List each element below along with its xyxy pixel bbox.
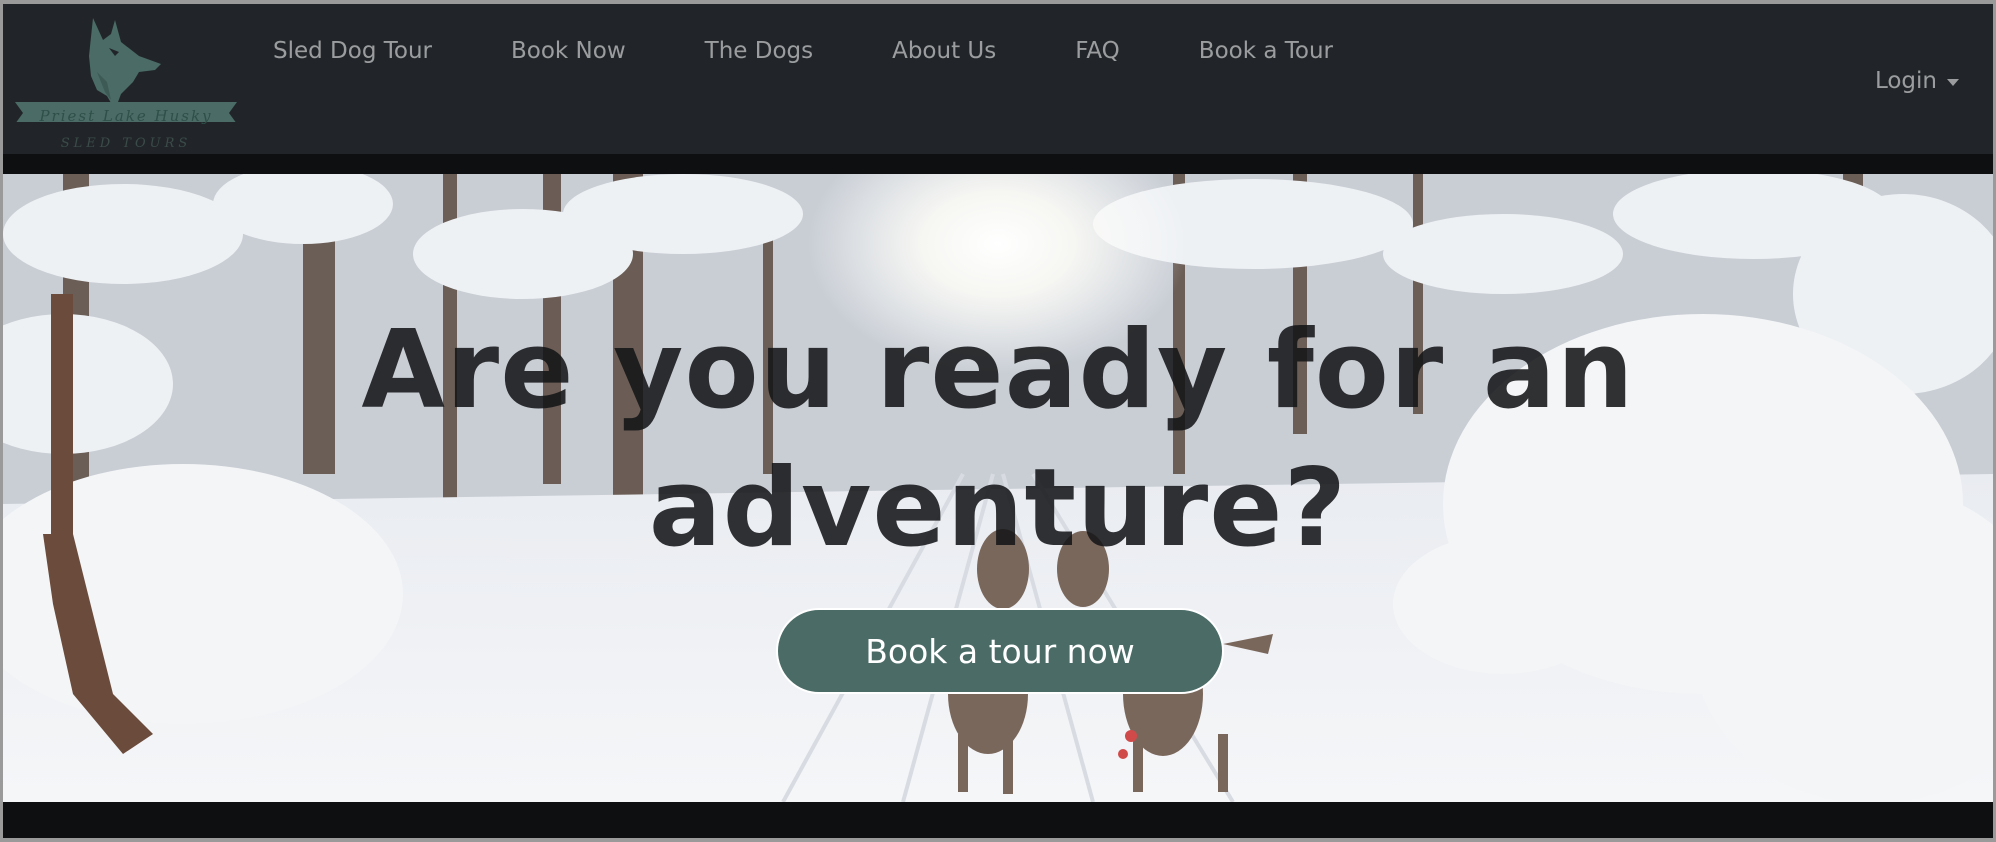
brand-logo[interactable]: Priest Lake Husky SLED TOURS xyxy=(11,12,241,152)
book-tour-now-button[interactable]: Book a tour now xyxy=(776,608,1224,694)
hero-title-line2: adventure? xyxy=(648,446,1348,571)
hero-title: Are you ready for an adventure? xyxy=(3,302,1993,578)
navbar: Priest Lake Husky SLED TOURS Sled Dog To… xyxy=(3,4,1993,154)
hero-section: Are you ready for an adventure? Book a t… xyxy=(3,174,1993,802)
hero-bottom-band xyxy=(3,802,1993,838)
nav-faq[interactable]: FAQ xyxy=(1075,38,1120,64)
login-dropdown[interactable]: Login xyxy=(1875,68,1959,94)
nav-sled-dog-tour[interactable]: Sled Dog Tour xyxy=(273,38,432,64)
hero-title-line1: Are you ready for an xyxy=(361,308,1635,433)
page-frame: Priest Lake Husky SLED TOURS Sled Dog To… xyxy=(3,4,1993,838)
login-label: Login xyxy=(1874,68,1937,94)
brand-tagline: SLED TOURS xyxy=(60,136,192,151)
brand-name: Priest Lake Husky xyxy=(39,107,213,125)
husky-head-icon xyxy=(15,18,237,122)
caret-down-icon xyxy=(1947,78,1959,86)
nav-the-dogs[interactable]: The Dogs xyxy=(705,38,813,64)
nav-book-now[interactable]: Book Now xyxy=(511,38,626,64)
main-nav: Sled Dog Tour Book Now The Dogs About Us… xyxy=(273,4,1412,154)
nav-book-a-tour[interactable]: Book a Tour xyxy=(1199,38,1333,64)
hero-top-band xyxy=(3,154,1993,174)
nav-about-us[interactable]: About Us xyxy=(892,38,996,64)
